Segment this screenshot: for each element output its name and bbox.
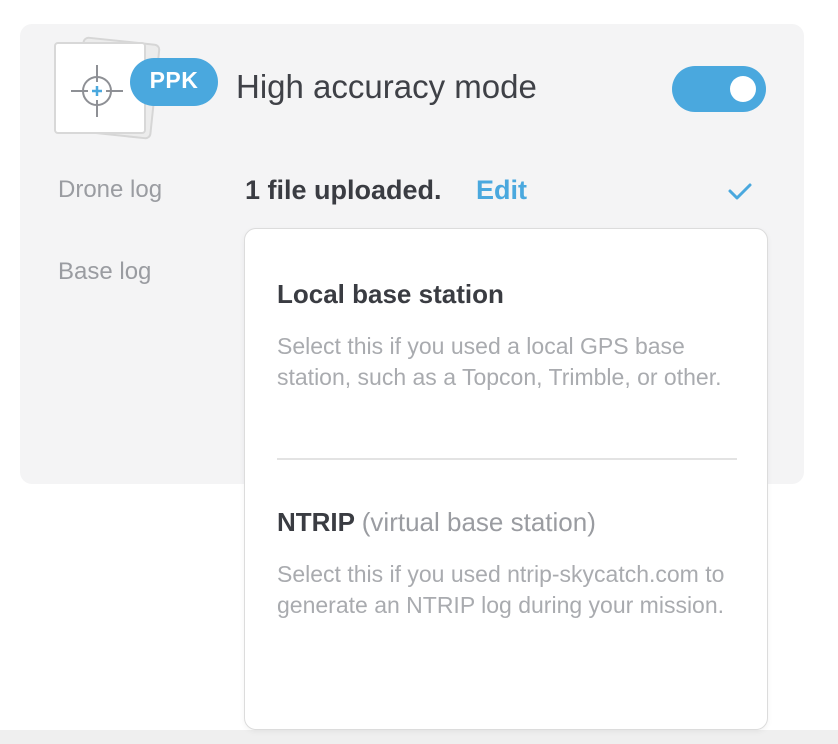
drone-log-edit-link[interactable]: Edit [476, 175, 527, 206]
toggle-knob [730, 76, 756, 102]
option-title-text: NTRIP [277, 507, 355, 537]
option-title: NTRIP (virtual base station) [277, 505, 737, 539]
crosshair-icon [71, 65, 123, 117]
option-description: Select this if you used a local GPS base… [277, 333, 722, 390]
option-subtitle: (virtual base station) [361, 507, 596, 537]
ppk-badge: PPK [130, 58, 218, 106]
drone-log-upload-status: 1 file uploaded. [245, 175, 442, 205]
option-divider [277, 458, 737, 460]
high-accuracy-toggle[interactable] [672, 66, 766, 112]
base-station-dropdown: Local base station Select this if you us… [244, 228, 768, 730]
page-footer-strip [0, 730, 838, 744]
option-title-text: Local base station [277, 279, 504, 309]
option-description: Select this if you used ntrip-skycatch.c… [277, 561, 725, 618]
option-ntrip[interactable]: NTRIP (virtual base station) Select this… [277, 505, 737, 621]
drone-log-label: Drone log [58, 176, 163, 203]
checkmark-icon [728, 183, 752, 200]
high-accuracy-mode-title: High accuracy mode [236, 68, 537, 105]
option-local-base-station[interactable]: Local base station Select this if you us… [277, 277, 737, 393]
base-log-label: Base log [58, 258, 152, 285]
option-title: Local base station [277, 277, 737, 311]
